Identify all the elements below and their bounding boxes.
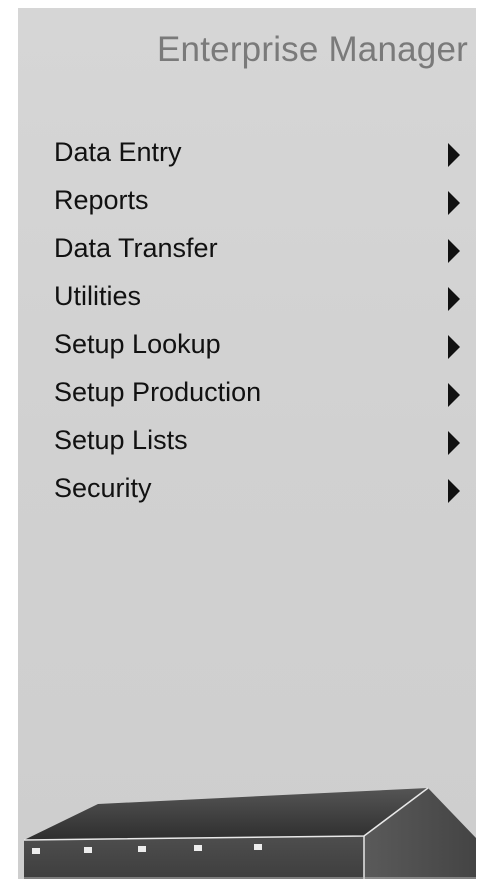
app-title: Enterprise Manager	[157, 30, 468, 69]
menu-item-setup-lists[interactable]: Setup Lists	[18, 422, 476, 470]
menu-item-label: Setup Production	[54, 377, 262, 407]
menu-item-data-transfer[interactable]: Data Transfer	[18, 230, 476, 278]
menu-item-label: Setup Lists	[54, 425, 188, 455]
main-menu-panel: Enterprise Manager Data Entry Reports Da…	[18, 8, 476, 879]
menu-item-setup-production[interactable]: Setup Production	[18, 374, 476, 422]
menu-item-label: Data Transfer	[54, 233, 218, 263]
submenu-arrow-icon	[448, 431, 460, 455]
menu-item-label: Utilities	[54, 281, 142, 311]
menu-item-label: Setup Lookup	[54, 329, 221, 359]
submenu-arrow-icon	[448, 383, 460, 407]
submenu-arrow-icon	[448, 143, 460, 167]
menu-item-reports[interactable]: Reports	[18, 182, 476, 230]
submenu-arrow-icon	[448, 191, 460, 215]
menu-item-label: Reports	[54, 185, 149, 215]
menu-item-data-entry[interactable]: Data Entry	[18, 134, 476, 182]
submenu-arrow-icon	[448, 335, 460, 359]
submenu-arrow-icon	[448, 479, 460, 503]
warehouse-building-icon	[23, 787, 476, 879]
menu-item-utilities[interactable]: Utilities	[18, 278, 476, 326]
menu-item-security[interactable]: Security	[18, 470, 476, 518]
submenu-arrow-icon	[448, 239, 460, 263]
submenu-arrow-icon	[448, 287, 460, 311]
menu-item-label: Data Entry	[54, 137, 182, 167]
menu-item-label: Security	[54, 473, 152, 503]
main-menu: Data Entry Reports Data Transfer Utiliti…	[18, 134, 476, 518]
menu-item-setup-lookup[interactable]: Setup Lookup	[18, 326, 476, 374]
